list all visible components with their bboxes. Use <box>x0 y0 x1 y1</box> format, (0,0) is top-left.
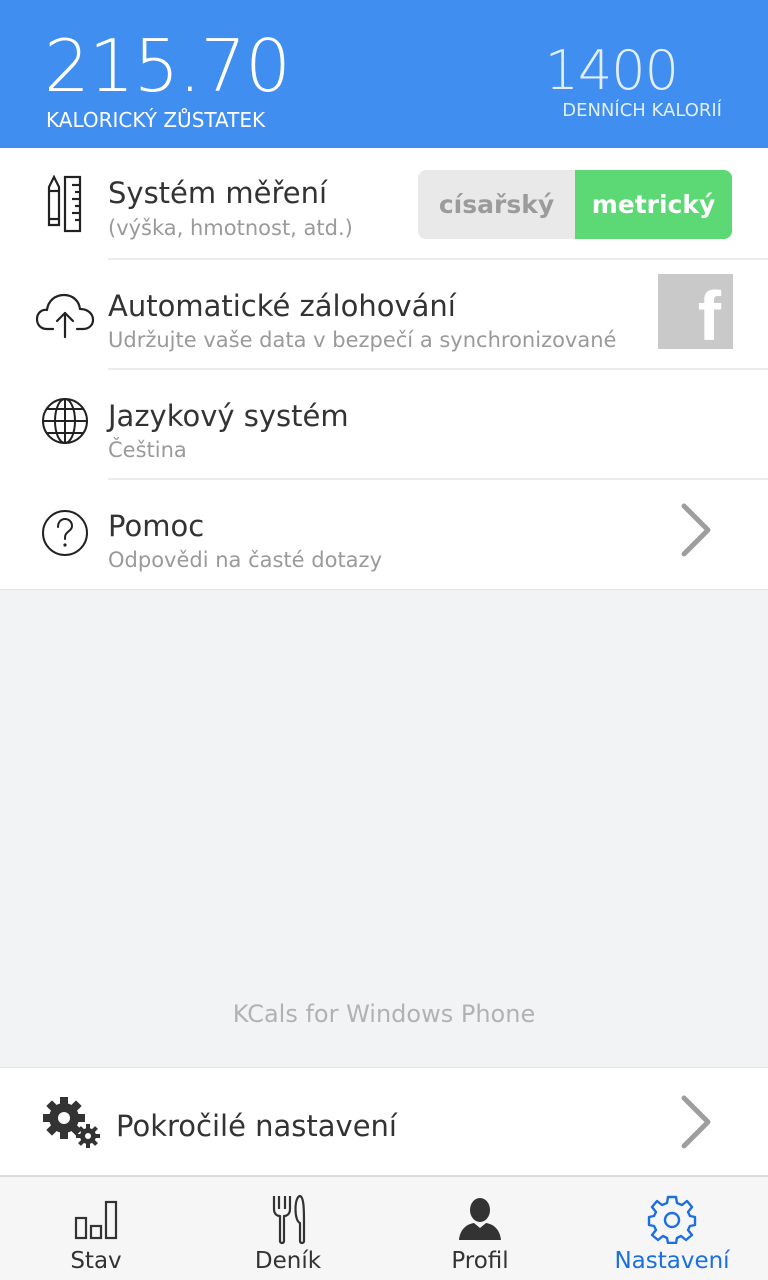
user-icon <box>454 1193 506 1245</box>
advanced-settings-row[interactable]: Pokročilé nastavení <box>0 1067 768 1175</box>
app-footer-text: KCals for Windows Phone <box>232 1000 536 1028</box>
language-subtitle: Čeština <box>108 438 187 462</box>
units-toggle[interactable]: císařský metrický <box>418 170 732 239</box>
gears-icon <box>40 1094 104 1154</box>
tab-nastaveni[interactable]: Nastavení <box>576 1177 768 1280</box>
units-title: Systém měření <box>108 176 328 210</box>
gear-icon <box>646 1193 698 1245</box>
language-setting-row[interactable]: Jazykový systém Čeština <box>0 370 768 480</box>
tab-denik[interactable]: Deník <box>192 1177 384 1280</box>
calorie-balance-value: 215.70 <box>44 24 291 108</box>
backup-title: Automatické zálohování <box>108 289 456 323</box>
calorie-header: 215.70 KALORICKÝ ZŮSTATEK 1400 DENNÍCH K… <box>0 0 768 148</box>
facebook-letter: f <box>697 277 721 355</box>
tab-label: Nastavení <box>614 1248 730 1274</box>
help-title: Pomoc <box>108 509 205 543</box>
ruler-pencil-icon <box>34 172 96 234</box>
daily-calories-label: DENNÍCH KALORIÍ <box>562 100 722 121</box>
language-title: Jazykový systém <box>108 399 349 433</box>
globe-icon <box>34 390 96 452</box>
tab-profil[interactable]: Profil <box>384 1177 576 1280</box>
units-subtitle: (výška, hmotnost, atd.) <box>108 216 353 240</box>
fork-knife-icon <box>262 1193 314 1245</box>
facebook-icon[interactable]: f <box>658 274 733 355</box>
units-setting-row: Systém měření (výška, hmotnost, atd.) cí… <box>0 148 768 260</box>
cloud-upload-icon <box>34 284 96 346</box>
metric-option[interactable]: metrický <box>575 170 732 239</box>
backup-subtitle: Udržujte vaše data v bezpečí a synchroni… <box>108 328 617 352</box>
imperial-option[interactable]: císařský <box>418 170 575 239</box>
backup-setting-row[interactable]: Automatické zálohování Udržujte vaše dat… <box>0 260 768 370</box>
tab-label: Deník <box>254 1248 322 1274</box>
daily-calories-value: 1400 <box>544 39 679 102</box>
advanced-settings-title: Pokročilé nastavení <box>116 1109 397 1143</box>
bottom-tab-bar: Stav Deník Profil Nastavení <box>0 1175 768 1280</box>
tab-label: Stav <box>70 1248 122 1274</box>
help-setting-row[interactable]: Pomoc Odpovědi na časté dotazy <box>0 480 768 590</box>
bar-chart-icon <box>70 1193 122 1245</box>
help-subtitle: Odpovědi na časté dotazy <box>108 548 382 572</box>
calorie-balance-label: KALORICKÝ ZŮSTATEK <box>46 108 266 132</box>
chevron-right-icon <box>678 1092 714 1156</box>
tab-stav[interactable]: Stav <box>0 1177 192 1280</box>
question-icon <box>34 502 96 564</box>
settings-list: Systém měření (výška, hmotnost, atd.) cí… <box>0 148 768 590</box>
chevron-right-icon <box>678 500 714 564</box>
tab-label: Profil <box>451 1248 509 1274</box>
